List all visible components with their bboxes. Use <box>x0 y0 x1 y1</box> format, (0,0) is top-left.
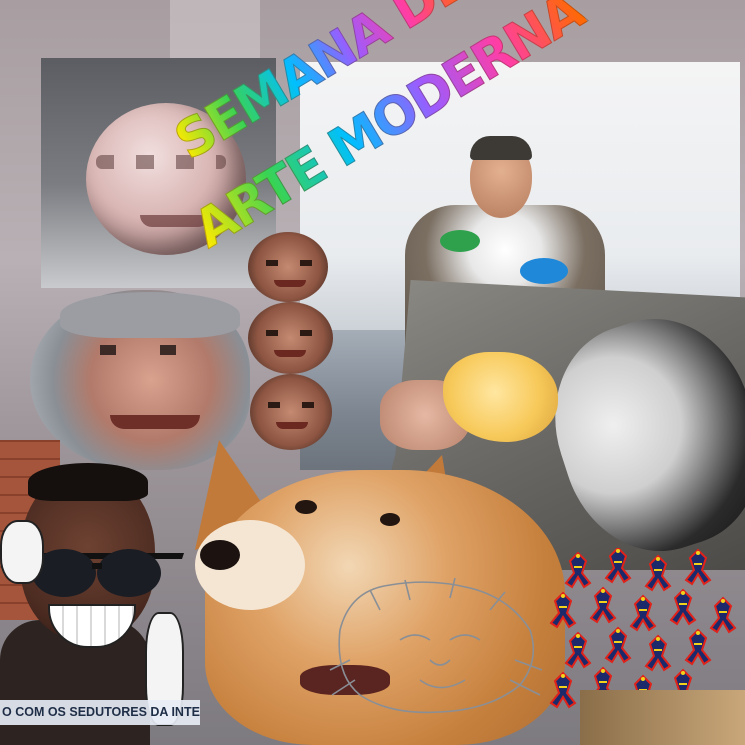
totem-face-middle <box>248 302 333 374</box>
doge-right-eye <box>380 513 400 526</box>
news-ticker: O COM OS SEDUTORES DA INTERNET <box>0 700 200 725</box>
face-eyes <box>100 345 220 355</box>
costume-blue-paw <box>520 258 568 284</box>
doge-left-eye <box>295 500 317 514</box>
boy-hair <box>28 463 148 501</box>
rocky-ground <box>580 690 745 745</box>
totem-eyes <box>268 402 314 408</box>
totem-face-top <box>248 232 328 302</box>
totem-eyes <box>266 330 312 336</box>
face-mouth <box>110 415 200 429</box>
costume-green-trim <box>440 230 480 252</box>
totem-eyes <box>266 260 312 266</box>
doge-nose <box>200 540 240 570</box>
totem-mouth <box>276 422 308 429</box>
totem-mouth <box>274 350 306 357</box>
totem-mouth <box>274 280 306 287</box>
background-sign <box>170 0 260 60</box>
totem-face-bottom <box>250 374 332 450</box>
gray-hair <box>60 292 240 338</box>
left-glove-icon <box>0 520 44 584</box>
man-hair <box>470 136 532 160</box>
lion-sketch-icon <box>329 577 543 714</box>
